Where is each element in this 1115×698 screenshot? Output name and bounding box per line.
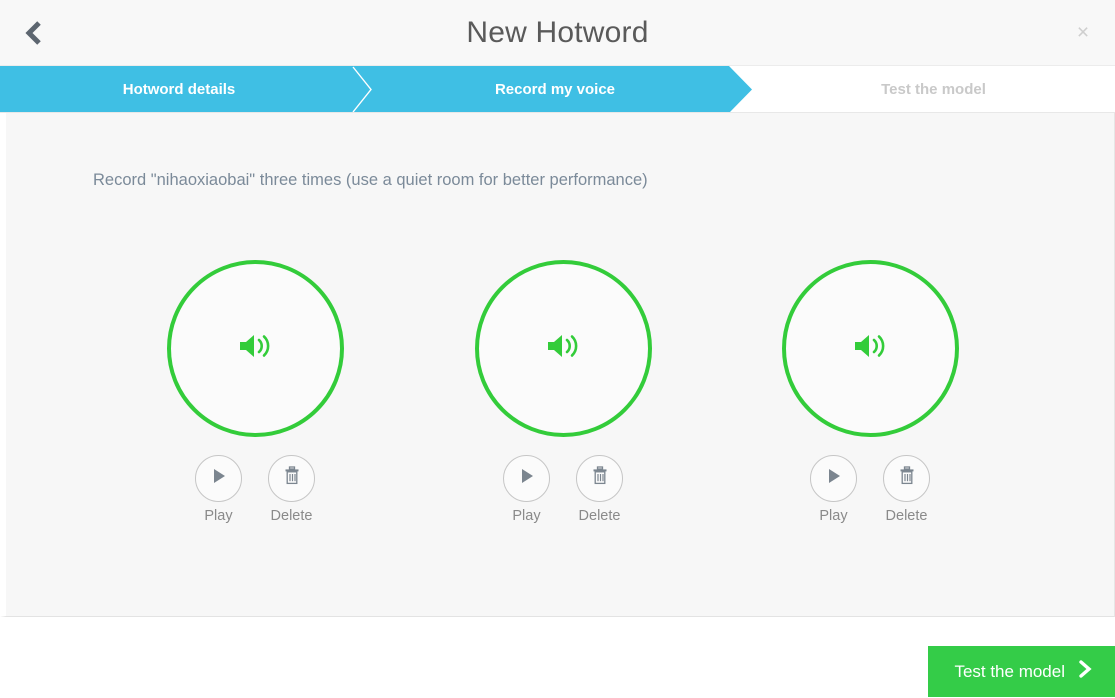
play-button-circle xyxy=(810,455,857,502)
speaker-icon xyxy=(238,331,272,366)
speaker-icon xyxy=(546,331,580,366)
recording-slot: Play Delete xyxy=(155,260,355,524)
speaker-icon xyxy=(853,331,887,366)
record-button[interactable] xyxy=(474,260,652,437)
delete-button[interactable]: Delete xyxy=(576,455,623,524)
delete-button-circle xyxy=(268,455,315,502)
play-button[interactable]: Play xyxy=(195,455,242,524)
delete-label: Delete xyxy=(578,508,621,524)
delete-label: Delete xyxy=(885,508,928,524)
step-test-the-model[interactable]: Test the model xyxy=(752,66,1115,112)
step-hotword-details[interactable]: Hotword details xyxy=(0,66,358,112)
dialog-footer: Test the model xyxy=(0,617,1115,697)
play-icon xyxy=(826,467,842,490)
recording-actions: Play Delete xyxy=(195,455,315,524)
delete-label: Delete xyxy=(270,508,313,524)
play-label: Play xyxy=(204,508,233,524)
play-button-circle xyxy=(503,455,550,502)
test-the-model-button[interactable]: Test the model xyxy=(928,646,1115,697)
play-button[interactable]: Play xyxy=(810,455,857,524)
recording-actions: Play Delete xyxy=(810,455,930,524)
dialog-titlebar: New Hotword × xyxy=(0,0,1115,66)
page-title: New Hotword xyxy=(466,16,649,49)
record-button[interactable] xyxy=(166,260,344,437)
recording-slot: Play Delete xyxy=(770,260,970,524)
play-button[interactable]: Play xyxy=(503,455,550,524)
play-label: Play xyxy=(512,508,541,524)
test-the-model-label: Test the model xyxy=(954,661,1065,681)
play-icon xyxy=(211,467,227,490)
chevron-right-icon xyxy=(1078,659,1093,684)
play-label: Play xyxy=(819,508,848,524)
new-hotword-dialog: New Hotword × Hotword details Record my … xyxy=(0,0,1115,698)
record-button[interactable] xyxy=(781,260,959,437)
recording-actions: Play Delete xyxy=(503,455,623,524)
step-record-my-voice[interactable]: Record my voice xyxy=(358,66,752,112)
trash-icon xyxy=(898,466,916,491)
trash-icon xyxy=(283,466,301,491)
instruction-text: Record "nihaoxiaobai" three times (use a… xyxy=(93,171,648,189)
recordings-row: Play Delete Play Delete Play Delete xyxy=(6,260,1114,560)
close-button[interactable]: × xyxy=(1063,0,1103,66)
delete-button-circle xyxy=(883,455,930,502)
delete-button[interactable]: Delete xyxy=(883,455,930,524)
delete-button-circle xyxy=(576,455,623,502)
wizard-steps: Hotword details Record my voice Test the… xyxy=(0,66,1115,113)
delete-button[interactable]: Delete xyxy=(268,455,315,524)
trash-icon xyxy=(591,466,609,491)
play-icon xyxy=(519,467,535,490)
dialog-content: Record "nihaoxiaobai" three times (use a… xyxy=(0,113,1115,617)
play-button-circle xyxy=(195,455,242,502)
recording-slot: Play Delete xyxy=(463,260,663,524)
